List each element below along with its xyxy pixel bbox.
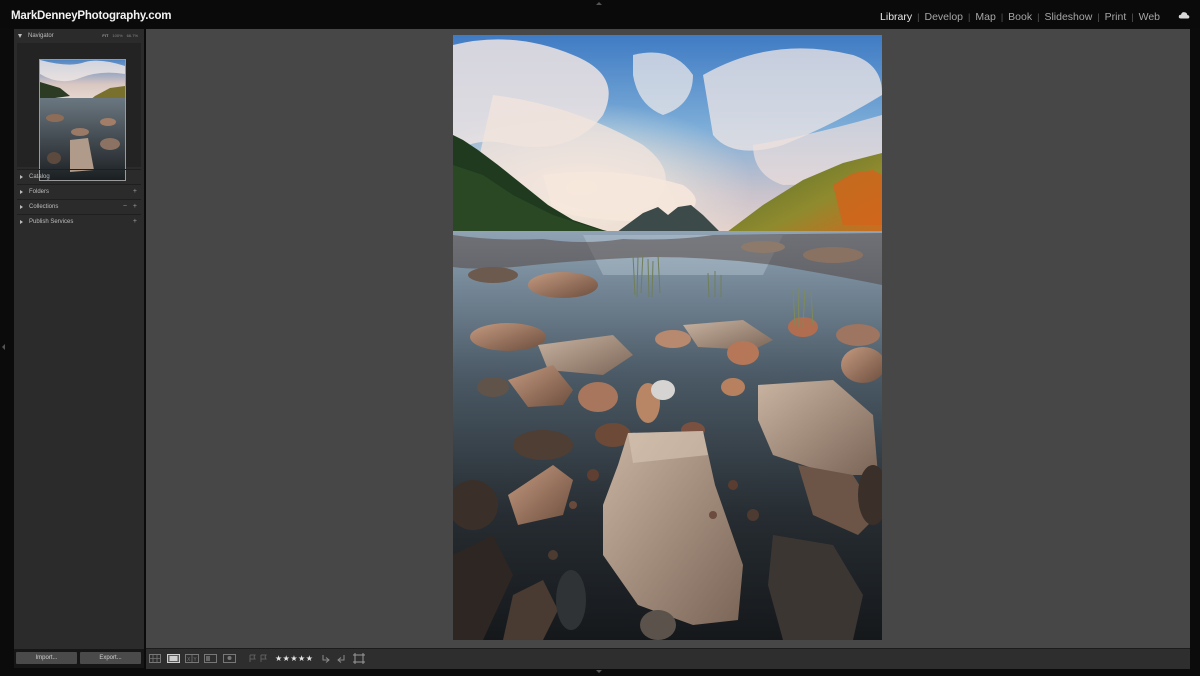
left-panel-toggle-icon[interactable] [2, 344, 5, 350]
collections-section[interactable]: Collections − + [17, 199, 141, 213]
remove-collection-icon[interactable]: − [123, 203, 127, 210]
main-photo[interactable] [453, 35, 882, 640]
zoom-fit-option[interactable]: FIT [102, 33, 108, 38]
module-web[interactable]: Web [1139, 11, 1160, 23]
module-separator: | [917, 12, 920, 22]
reject-flag-icon[interactable] [260, 654, 268, 663]
navigator-thumbnail-image [40, 60, 125, 180]
compare-view-icon[interactable]: X Y [185, 654, 199, 663]
loupe-toolbar: X Y ★★★★★ [146, 648, 1190, 669]
module-book[interactable]: Book [1008, 11, 1032, 23]
module-library[interactable]: Library [880, 11, 912, 23]
cloud-sync-icon[interactable] [1178, 11, 1190, 19]
import-button[interactable]: Import... [16, 652, 77, 664]
expand-triangle-icon[interactable] [20, 204, 23, 209]
add-folder-icon[interactable]: + [133, 188, 137, 195]
people-view-icon[interactable] [223, 654, 236, 663]
svg-text:X: X [187, 657, 191, 663]
left-panel: Navigator FIT 100% 66.7% Catalog Folders… [14, 29, 144, 668]
top-panel-toggle-icon[interactable] [596, 2, 602, 5]
rotate-left-icon[interactable] [321, 654, 331, 663]
right-panel-collapsed [1190, 29, 1200, 668]
catalog-label: Catalog [29, 173, 50, 180]
module-separator: | [1131, 12, 1134, 22]
survey-view-icon[interactable] [204, 654, 217, 663]
navigator-preview-area [17, 43, 141, 181]
module-separator: | [1037, 12, 1040, 22]
expand-triangle-icon[interactable] [20, 189, 23, 194]
module-develop[interactable]: Develop [925, 11, 964, 23]
folders-label: Folders [29, 188, 50, 195]
zoom-100-option[interactable]: 100% [112, 33, 122, 38]
add-collection-icon[interactable]: + [133, 203, 137, 210]
expand-triangle-icon[interactable] [20, 219, 23, 224]
identity-plate: MarkDenneyPhotography.com [11, 10, 172, 22]
module-separator: | [968, 12, 971, 22]
module-map[interactable]: Map [975, 11, 995, 23]
star-rating[interactable]: ★★★★★ [275, 654, 313, 663]
collections-label: Collections [29, 203, 59, 210]
collapse-triangle-icon[interactable] [18, 33, 22, 38]
catalog-section[interactable]: Catalog [17, 169, 141, 183]
export-button[interactable]: Export... [80, 652, 141, 664]
module-separator: | [1097, 12, 1100, 22]
publish-services-label: Publish Services [29, 218, 74, 225]
navigator-zoom-options: FIT 100% 66.7% [102, 33, 138, 38]
navigator-thumbnail[interactable] [39, 59, 126, 181]
module-slideshow[interactable]: Slideshow [1044, 11, 1092, 23]
filmstrip-toggle-icon[interactable] [596, 670, 602, 673]
loupe-view-icon[interactable] [167, 654, 180, 663]
expand-triangle-icon[interactable] [20, 174, 23, 179]
left-panel-footer: Import... Export... [14, 649, 144, 668]
flag-icon[interactable] [249, 654, 257, 663]
main-photo-image [453, 35, 882, 640]
zoom-66-option[interactable]: 66.7% [127, 33, 138, 38]
crop-overlay-icon[interactable] [353, 653, 365, 664]
module-print[interactable]: Print [1105, 11, 1127, 23]
folders-section[interactable]: Folders + [17, 184, 141, 198]
publish-services-section[interactable]: Publish Services + [17, 214, 141, 228]
grid-view-icon[interactable] [149, 654, 161, 663]
rotate-right-icon[interactable] [336, 654, 346, 663]
identity-plate-bar: MarkDenneyPhotography.com Library | Deve… [0, 0, 1200, 28]
module-separator: | [1000, 12, 1004, 22]
module-picker: Library | Develop | Map | Book | Slidesh… [880, 11, 1160, 23]
add-publish-service-icon[interactable]: + [133, 218, 137, 225]
navigator-title: Navigator [28, 32, 54, 39]
loupe-view [146, 29, 1190, 648]
